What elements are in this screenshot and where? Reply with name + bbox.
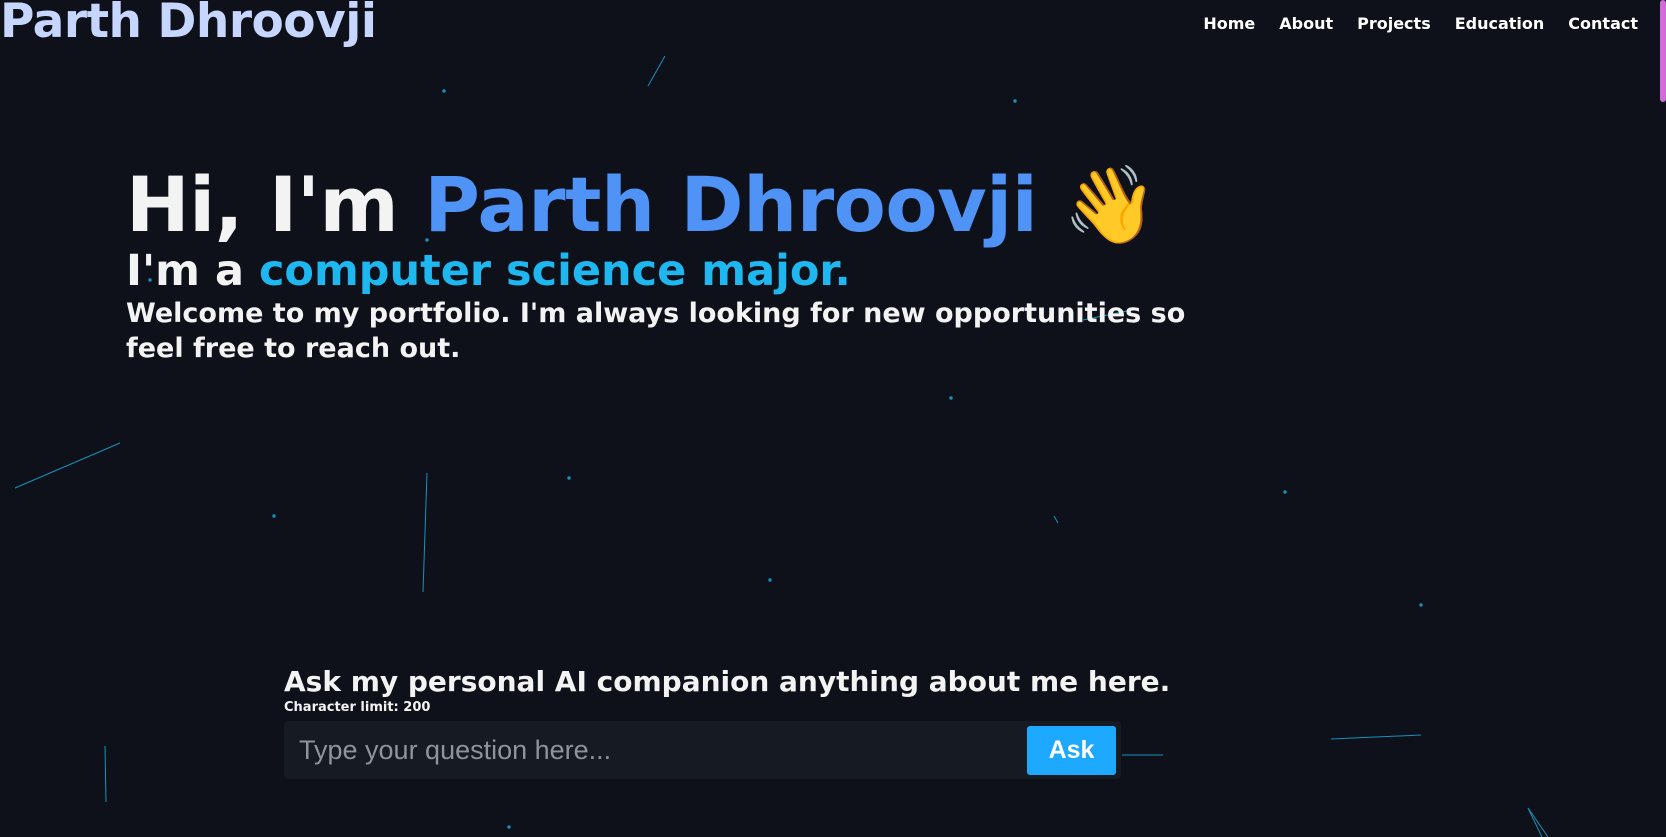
hero-role: computer science major. (258, 246, 851, 296)
hero-section: Hi, I'm Parth Dhroovji 👋 I'm a computer s… (126, 160, 1246, 366)
ask-button[interactable]: Ask (1027, 726, 1116, 775)
hero-subtitle: I'm a computer science major. (126, 248, 1246, 294)
question-box: Ask (284, 721, 1121, 779)
hero-subtitle-prefix: I'm a (126, 246, 259, 296)
nav-education[interactable]: Education (1455, 14, 1545, 33)
main-nav: Home About Projects Education Contact (1203, 14, 1638, 33)
character-limit-label: Character limit: 200 (284, 700, 431, 715)
site-logo[interactable]: Parth Dhroovji (0, 0, 377, 49)
nav-projects[interactable]: Projects (1357, 14, 1431, 33)
ai-companion-section: Ask my personal AI companion anything ab… (284, 665, 1171, 779)
hero-title: Hi, I'm Parth Dhroovji 👋 (126, 160, 1246, 250)
nav-about[interactable]: About (1279, 14, 1333, 33)
nav-home[interactable]: Home (1203, 14, 1255, 33)
waving-hand-icon: 👋 (1063, 160, 1158, 249)
scrollbar[interactable] (1657, 0, 1666, 837)
question-input[interactable] (284, 721, 1024, 779)
hero-greeting: Hi, I'm (126, 160, 425, 249)
page: Parth Dhroovji Home About Projects Educa… (0, 0, 1666, 837)
hero-description: Welcome to my portfolio. I'm always look… (126, 298, 1186, 364)
hero-name: Parth Dhroovji (424, 160, 1038, 249)
ai-companion-title: Ask my personal AI companion anything ab… (284, 665, 1171, 698)
scrollbar-thumb[interactable] (1660, 0, 1666, 102)
nav-contact[interactable]: Contact (1568, 14, 1638, 33)
